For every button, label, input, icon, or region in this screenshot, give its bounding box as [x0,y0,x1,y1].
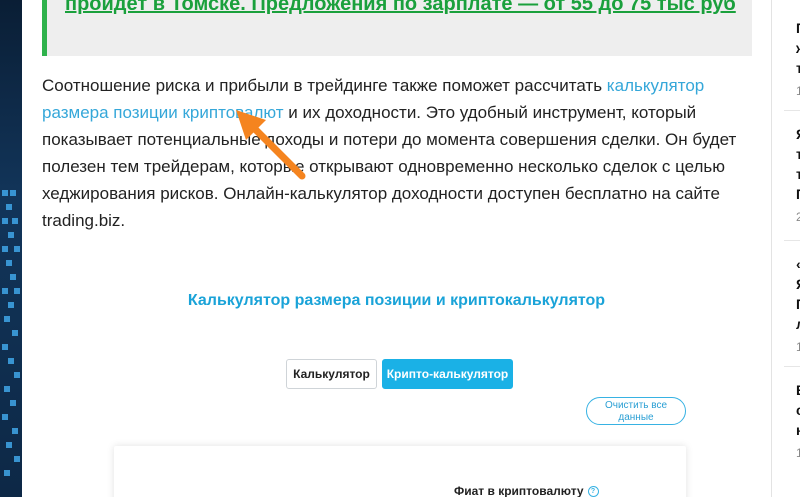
sidebar-separator [784,110,800,111]
sidebar-headline-fragment[interactable]: Я [796,276,800,292]
decorative-tile [8,232,14,238]
paragraph-text-end: и их доходности. Это удобный инструмент,… [42,103,737,230]
decorative-tile [2,344,8,350]
decorative-tile [2,414,8,420]
decorative-tile [6,442,12,448]
decorative-tile [14,288,20,294]
clear-all-button[interactable]: Очистить все данные [586,397,686,425]
decorative-tile [12,428,18,434]
paragraph-text-start: Соотношение риска и прибыли в трейдинге … [42,76,607,95]
sidebar-separator [784,366,800,367]
decorative-tile [14,246,20,252]
sidebar-separator [784,240,800,241]
decorative-tile [10,190,16,196]
decorative-tile [8,302,14,308]
decorative-tile [2,246,8,252]
sidebar-headline-fragment[interactable]: с [796,402,800,418]
decorative-tile [4,386,10,392]
calculator-panel: Фиат в криптовалюту? [114,446,686,497]
quote-link[interactable]: пройдет в Томске. Предложения по зарплат… [65,0,745,19]
decorative-tile [12,218,18,224]
decorative-tile [10,400,16,406]
quote-block: пройдет в Томске. Предложения по зарплат… [42,0,752,56]
sidebar-meta: 1 [796,84,800,98]
decorative-tile [10,274,16,280]
decorative-tile [14,372,20,378]
sidebar-headline-fragment[interactable]: « [796,256,800,272]
sidebar-headline-fragment[interactable]: П [796,296,800,312]
article-content: пройдет в Томске. Предложения по зарплат… [22,0,771,497]
sidebar-news: Пжт1ЯттП2«ЯПл1Всн1 [772,0,800,497]
decorative-tile [8,358,14,364]
decorative-tile [2,218,8,224]
tab-calculator[interactable]: Калькулятор [286,359,377,389]
decorative-background-strip [0,0,22,497]
decorative-tile [4,470,10,476]
sidebar-headline-fragment[interactable]: т [796,146,800,162]
sidebar-meta: 2 [796,210,800,224]
page: пройдет в Томске. Предложения по зарплат… [0,0,800,497]
decorative-tile [6,260,12,266]
sidebar-headline-fragment[interactable]: л [796,316,800,332]
fiat-to-crypto-text: Фиат в криптовалюту [454,484,584,497]
sidebar-headline-fragment[interactable]: н [796,422,800,438]
sidebar-headline-fragment[interactable]: т [796,60,800,76]
info-icon[interactable]: ? [587,486,599,497]
sidebar-headline-fragment[interactable]: Я [796,126,800,142]
decorative-tile [2,190,8,196]
sidebar-headline-fragment[interactable]: П [796,20,800,36]
sidebar-meta: 1 [796,340,800,354]
article-paragraph: Соотношение риска и прибыли в трейдинге … [42,72,754,234]
sidebar-headline-fragment[interactable]: т [796,166,800,182]
sidebar-headline-fragment[interactable]: П [796,186,800,202]
fiat-to-crypto-label: Фиат в криптовалюту? [454,484,599,497]
sidebar-headline-fragment[interactable]: ж [796,40,800,56]
decorative-tile [4,316,10,322]
sidebar-headline-fragment[interactable]: В [796,382,800,398]
calculator-title: Калькулятор размера позиции и криптокаль… [187,292,606,309]
decorative-tile [2,288,8,294]
decorative-tile [6,204,12,210]
decorative-tile [14,456,20,462]
sidebar-meta: 1 [796,446,800,460]
decorative-tile [12,330,18,336]
tab-crypto-calculator[interactable]: Крипто-калькулятор [382,359,513,389]
